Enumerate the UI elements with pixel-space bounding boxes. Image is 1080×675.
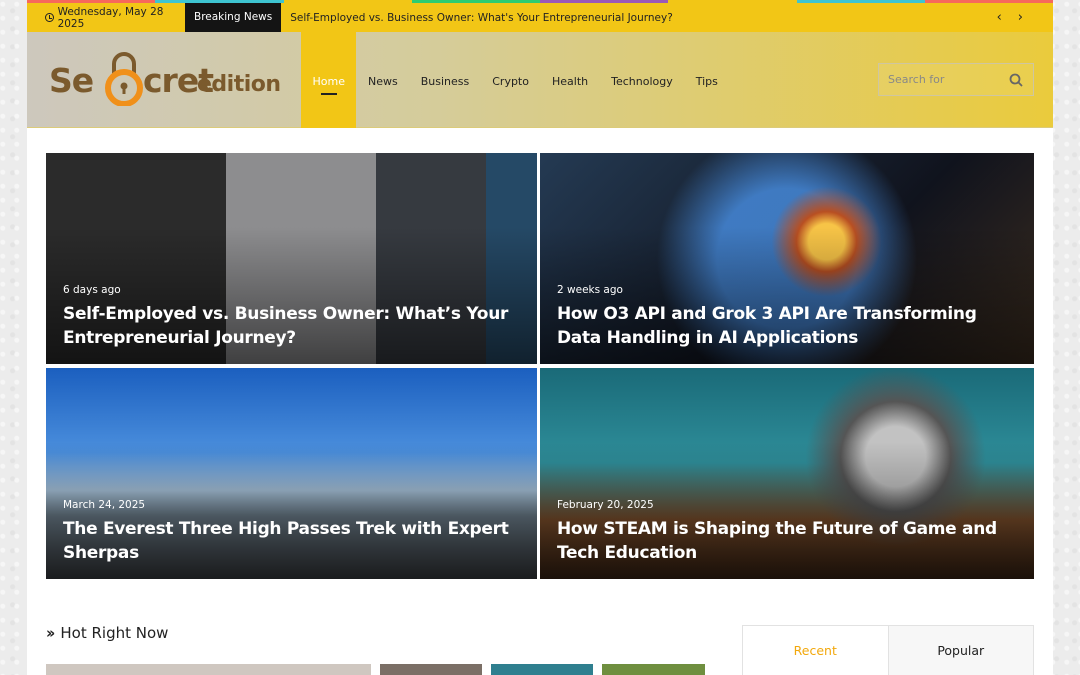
logo-edition-text: edition	[197, 72, 281, 97]
site-logo[interactable]: Se cret edition	[49, 36, 281, 108]
sidebar-tabs: Recent Popular	[742, 625, 1034, 675]
hot-right-now-heading: ›› Hot Right Now	[46, 624, 168, 642]
section-title-text: Hot Right Now	[60, 624, 169, 642]
top-bar: Wednesday, May 28 2025 Breaking News Sel…	[27, 3, 1053, 32]
post-date: 6 days ago	[63, 284, 121, 296]
ticker-next-button[interactable]: ›	[1018, 10, 1023, 25]
post-thumbnail[interactable]	[380, 664, 482, 675]
date-text: Wednesday, May 28 2025	[57, 5, 164, 30]
nav-item-crypto[interactable]: Crypto	[481, 32, 541, 131]
nav-item-technology[interactable]: Technology	[600, 32, 685, 131]
search-input[interactable]	[888, 73, 1006, 86]
post-title[interactable]: How O3 API and Grok 3 API Are Transformi…	[557, 302, 1017, 350]
tab-recent[interactable]: Recent	[743, 626, 889, 675]
featured-post-card[interactable]: March 24, 2025 The Everest Three High Pa…	[46, 368, 537, 579]
post-date: 2 weeks ago	[557, 284, 623, 296]
ticker-prev-button[interactable]: ‹	[997, 10, 1002, 25]
nav-item-home[interactable]: Home	[301, 32, 357, 131]
padlock-icon	[105, 52, 143, 106]
post-title[interactable]: Self-Employed vs. Business Owner: What’s…	[63, 302, 520, 350]
post-date: March 24, 2025	[63, 499, 146, 511]
featured-post-card[interactable]: 2 weeks ago How O3 API and Grok 3 API Ar…	[540, 153, 1034, 364]
post-thumbnail[interactable]	[491, 664, 593, 675]
featured-post-card[interactable]: February 20, 2025 How STEAM is Shaping t…	[540, 368, 1034, 579]
post-date: February 20, 2025	[557, 499, 654, 511]
nav-item-tips[interactable]: Tips	[684, 32, 729, 131]
post-title[interactable]: How STEAM is Shaping the Future of Game …	[557, 517, 1017, 565]
nav-item-news[interactable]: News	[356, 32, 409, 131]
ticker-controls: ‹ ›	[997, 10, 1053, 25]
breaking-news-label: Breaking News	[185, 3, 282, 32]
post-title[interactable]: The Everest Three High Passes Trek with …	[63, 517, 520, 565]
breaking-news-ticker-link[interactable]: Self-Employed vs. Business Owner: What's…	[281, 12, 996, 24]
clock-icon	[45, 13, 54, 22]
nav-item-health[interactable]: Health	[540, 32, 599, 131]
date-display: Wednesday, May 28 2025	[27, 6, 185, 30]
search-box	[878, 63, 1034, 96]
site-header: Se cret edition Home News Business Crypt…	[27, 32, 1053, 131]
post-thumbnail[interactable]	[602, 664, 705, 675]
main-navigation: Home News Business Crypto Health Technol…	[301, 32, 729, 131]
post-thumbnail[interactable]	[46, 664, 371, 675]
main-content: 6 days ago Self-Employed vs. Business Ow…	[27, 128, 1053, 675]
featured-post-card[interactable]: 6 days ago Self-Employed vs. Business Ow…	[46, 153, 537, 364]
logo-text-left: Se	[49, 61, 94, 100]
nav-item-business[interactable]: Business	[409, 32, 481, 131]
tab-popular[interactable]: Popular	[888, 626, 1033, 675]
search-icon[interactable]	[1009, 73, 1023, 87]
double-chevron-right-icon: ››	[46, 624, 56, 642]
